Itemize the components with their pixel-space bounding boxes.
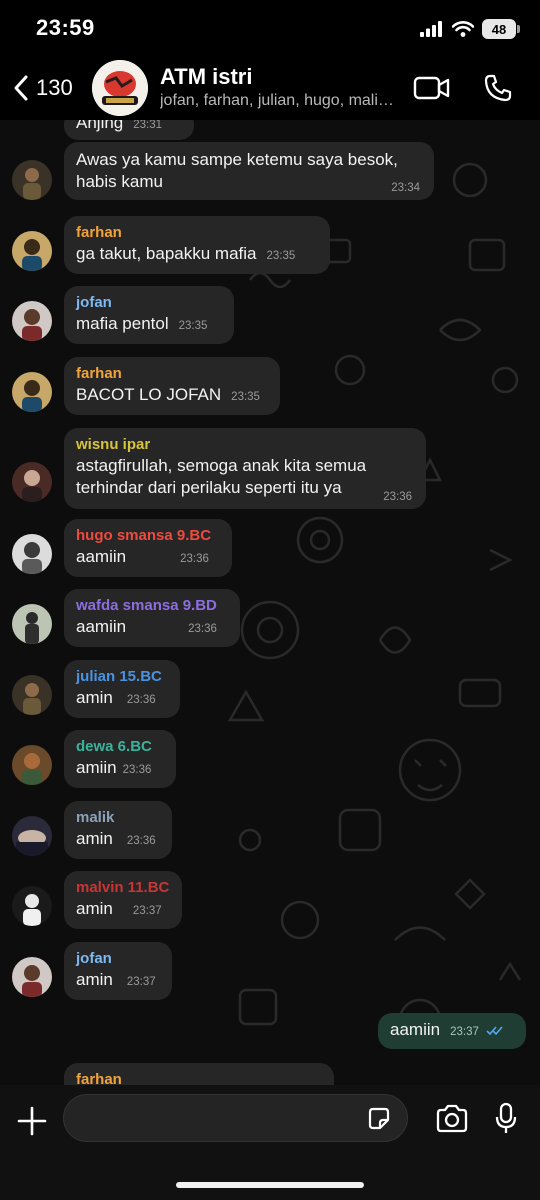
message-bubble[interactable]: wisnu ipar astagfirullah, semoga anak ki… xyxy=(64,428,426,509)
sender-avatar[interactable] xyxy=(12,675,52,715)
message-bubble[interactable]: jofan amin 23:37 xyxy=(64,942,172,1000)
camera-icon xyxy=(436,1104,468,1133)
signal-icon xyxy=(420,21,442,37)
message-input-wrapper xyxy=(63,1094,408,1142)
voice-call-button[interactable] xyxy=(478,70,518,106)
sender-name: malvin 11.BC xyxy=(76,879,170,896)
sender-avatar[interactable] xyxy=(12,372,52,412)
sender-avatar[interactable] xyxy=(12,816,52,856)
sender-name: farhan xyxy=(76,224,122,241)
sticker-button[interactable] xyxy=(365,1105,393,1133)
group-avatar[interactable] xyxy=(92,60,148,116)
status-time: 23:59 xyxy=(36,15,95,40)
message-bubble[interactable]: hugo smansa 9.BC aamiin 23:36 xyxy=(64,519,232,577)
sender-name: malik xyxy=(76,809,115,826)
chat-members[interactable]: jofan, farhan, julian, hugo, malik, malv… xyxy=(160,92,395,110)
message-input[interactable] xyxy=(80,1095,350,1141)
attach-button[interactable] xyxy=(12,1101,52,1141)
sender-avatar[interactable] xyxy=(12,462,52,502)
message-bubble[interactable]: Awas ya kamu sampe ketemu saya besok, ha… xyxy=(64,142,434,200)
sender-avatar[interactable] xyxy=(12,604,52,644)
wifi-icon xyxy=(452,21,474,37)
sender-name: dewa 6.BC xyxy=(76,738,152,755)
unread-count: 130 xyxy=(36,75,73,100)
sender-avatar[interactable] xyxy=(12,534,52,574)
message-bubble[interactable]: wafda smansa 9.BD aamiin 23:36 xyxy=(64,589,240,647)
chat-title[interactable]: ATM istri xyxy=(160,64,252,90)
message-bubble[interactable]: farhan ga takut, bapakku mafia 23:35 xyxy=(64,216,330,274)
chat-messages[interactable]: Anjing 23:31 Awas ya kamu sampe ketemu sa… xyxy=(0,120,540,1085)
sender-name: farhan xyxy=(76,365,122,382)
plus-icon xyxy=(17,1106,47,1136)
sender-avatar[interactable] xyxy=(12,886,52,926)
message-bubble[interactable]: malvin 11.BC amin 23:37 xyxy=(64,871,182,929)
phone-icon xyxy=(484,74,512,102)
message-bubble[interactable]: farhan BACOT LO JOFAN 23:35 xyxy=(64,357,280,415)
message-bubble[interactable]: dewa 6.BC amiin 23:36 xyxy=(64,730,176,788)
sender-avatar[interactable] xyxy=(12,231,52,271)
sender-name: julian 15.BC xyxy=(76,668,162,685)
sticker-icon xyxy=(368,1107,390,1130)
chat-header: 130 ATM istri jofan, farhan, julian, hug… xyxy=(0,58,540,120)
sender-name: farhan xyxy=(76,1071,122,1085)
sender-name: jofan xyxy=(76,294,112,311)
chevron-left-icon xyxy=(14,75,28,101)
message-bubble[interactable]: Anjing 23:31 xyxy=(64,120,194,140)
read-receipt-icon xyxy=(486,1026,503,1036)
battery-indicator: 48 xyxy=(482,19,520,39)
message-bubble[interactable]: julian 15.BC amin 23:36 xyxy=(64,660,180,718)
message-composer xyxy=(0,1085,540,1200)
microphone-button[interactable] xyxy=(488,1099,524,1139)
sender-name: jofan xyxy=(76,950,112,967)
camera-button[interactable] xyxy=(432,1099,472,1139)
microphone-icon xyxy=(495,1102,517,1133)
sender-name: wisnu ipar xyxy=(76,436,151,453)
message-bubble[interactable]: farhan xyxy=(64,1063,334,1085)
status-icons: 48 xyxy=(420,18,520,40)
sender-avatar[interactable] xyxy=(12,160,52,200)
sender-name: hugo smansa 9.BC xyxy=(76,527,212,544)
sender-avatar[interactable] xyxy=(12,301,52,341)
video-call-button[interactable] xyxy=(412,70,452,106)
sender-name: wafda smansa 9.BD xyxy=(76,597,217,614)
status-bar: 23:59 48 xyxy=(0,0,540,58)
message-bubble[interactable]: malik amin 23:36 xyxy=(64,801,172,859)
video-camera-icon xyxy=(413,76,450,100)
home-indicator[interactable] xyxy=(176,1182,364,1188)
back-button[interactable]: 130 xyxy=(12,68,73,108)
outgoing-message-bubble[interactable]: aamiin 23:37 xyxy=(378,1013,526,1049)
message-bubble[interactable]: jofan mafia pentol 23:35 xyxy=(64,286,234,344)
sender-avatar[interactable] xyxy=(12,745,52,785)
sender-avatar[interactable] xyxy=(12,957,52,997)
